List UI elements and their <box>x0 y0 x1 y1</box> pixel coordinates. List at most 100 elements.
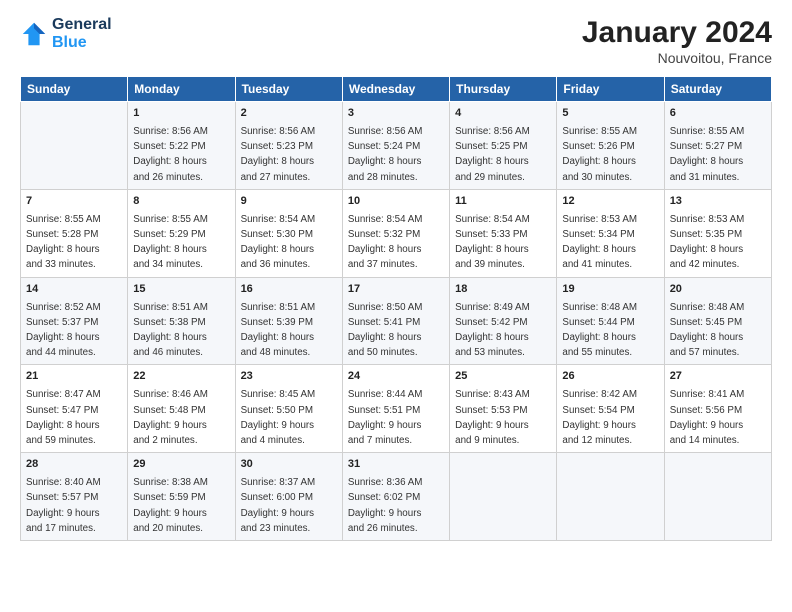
day-info: Sunrise: 8:55 AM Sunset: 5:27 PM Dayligh… <box>670 126 745 183</box>
day-number: 25 <box>455 369 551 385</box>
day-number: 20 <box>670 282 766 298</box>
day-info: Sunrise: 8:56 AM Sunset: 5:23 PM Dayligh… <box>241 126 316 183</box>
day-number: 23 <box>241 369 337 385</box>
day-number: 2 <box>241 106 337 122</box>
day-info: Sunrise: 8:53 AM Sunset: 5:35 PM Dayligh… <box>670 214 745 271</box>
day-info: Sunrise: 8:55 AM Sunset: 5:29 PM Dayligh… <box>133 214 208 271</box>
day-number: 17 <box>348 282 444 298</box>
day-cell: 19 Sunrise: 8:48 AM Sunset: 5:44 PM Dayli… <box>557 277 664 365</box>
day-cell: 17 Sunrise: 8:50 AM Sunset: 5:41 PM Dayli… <box>342 277 449 365</box>
day-cell: 25 Sunrise: 8:43 AM Sunset: 5:53 PM Dayli… <box>450 365 557 453</box>
header: General Blue January 2024 Nouvoitou, Fra… <box>20 16 772 66</box>
week-row-3: 14 Sunrise: 8:52 AM Sunset: 5:37 PM Dayli… <box>21 277 772 365</box>
main-title: January 2024 <box>582 16 772 50</box>
day-info: Sunrise: 8:45 AM Sunset: 5:50 PM Dayligh… <box>241 389 316 446</box>
day-number: 26 <box>562 369 658 385</box>
day-info: Sunrise: 8:47 AM Sunset: 5:47 PM Dayligh… <box>26 389 101 446</box>
day-cell: 21Sunrise: 8:47 AM Sunset: 5:47 PM Dayli… <box>21 365 128 453</box>
day-cell: 22 Sunrise: 8:46 AM Sunset: 5:48 PM Dayli… <box>128 365 235 453</box>
day-number: 22 <box>133 369 229 385</box>
logo-text: General Blue <box>52 16 112 51</box>
day-info: Sunrise: 8:44 AM Sunset: 5:51 PM Dayligh… <box>348 389 423 446</box>
day-info: Sunrise: 8:46 AM Sunset: 5:48 PM Dayligh… <box>133 389 208 446</box>
day-cell <box>664 453 771 541</box>
day-info: Sunrise: 8:41 AM Sunset: 5:56 PM Dayligh… <box>670 389 745 446</box>
col-header-thursday: Thursday <box>450 77 557 102</box>
day-number: 6 <box>670 106 766 122</box>
day-info: Sunrise: 8:56 AM Sunset: 5:24 PM Dayligh… <box>348 126 423 183</box>
week-row-4: 21Sunrise: 8:47 AM Sunset: 5:47 PM Dayli… <box>21 365 772 453</box>
day-cell: 4 Sunrise: 8:56 AM Sunset: 5:25 PM Daylig… <box>450 102 557 190</box>
day-info: Sunrise: 8:54 AM Sunset: 5:30 PM Dayligh… <box>241 214 316 271</box>
day-cell: 27 Sunrise: 8:41 AM Sunset: 5:56 PM Dayli… <box>664 365 771 453</box>
day-number: 7 <box>26 194 122 210</box>
day-info: Sunrise: 8:55 AM Sunset: 5:26 PM Dayligh… <box>562 126 637 183</box>
day-cell <box>21 102 128 190</box>
day-number: 4 <box>455 106 551 122</box>
day-info: Sunrise: 8:55 AM Sunset: 5:28 PM Dayligh… <box>26 214 101 271</box>
day-number: 5 <box>562 106 658 122</box>
day-cell: 11Sunrise: 8:54 AM Sunset: 5:33 PM Dayli… <box>450 189 557 277</box>
day-number: 18 <box>455 282 551 298</box>
day-number: 24 <box>348 369 444 385</box>
day-number: 19 <box>562 282 658 298</box>
day-number: 1 <box>133 106 229 122</box>
day-info: Sunrise: 8:40 AM Sunset: 5:57 PM Dayligh… <box>26 477 101 534</box>
day-number: 12 <box>562 194 658 210</box>
day-info: Sunrise: 8:38 AM Sunset: 5:59 PM Dayligh… <box>133 477 208 534</box>
day-number: 29 <box>133 457 229 473</box>
week-row-1: 1 Sunrise: 8:56 AM Sunset: 5:22 PM Daylig… <box>21 102 772 190</box>
day-info: Sunrise: 8:52 AM Sunset: 5:37 PM Dayligh… <box>26 302 101 359</box>
day-number: 27 <box>670 369 766 385</box>
day-info: Sunrise: 8:48 AM Sunset: 5:44 PM Dayligh… <box>562 302 637 359</box>
day-number: 10 <box>348 194 444 210</box>
day-number: 8 <box>133 194 229 210</box>
day-cell: 9 Sunrise: 8:54 AM Sunset: 5:30 PM Daylig… <box>235 189 342 277</box>
day-info: Sunrise: 8:54 AM Sunset: 5:33 PM Dayligh… <box>455 214 530 271</box>
col-header-tuesday: Tuesday <box>235 77 342 102</box>
day-cell: 20 Sunrise: 8:48 AM Sunset: 5:45 PM Dayli… <box>664 277 771 365</box>
day-cell: 16Sunrise: 8:51 AM Sunset: 5:39 PM Dayli… <box>235 277 342 365</box>
day-info: Sunrise: 8:56 AM Sunset: 5:25 PM Dayligh… <box>455 126 530 183</box>
day-cell: 24 Sunrise: 8:44 AM Sunset: 5:51 PM Dayli… <box>342 365 449 453</box>
day-number: 16 <box>241 282 337 298</box>
day-info: Sunrise: 8:49 AM Sunset: 5:42 PM Dayligh… <box>455 302 530 359</box>
day-cell: 13 Sunrise: 8:53 AM Sunset: 5:35 PM Dayli… <box>664 189 771 277</box>
day-cell <box>450 453 557 541</box>
day-info: Sunrise: 8:53 AM Sunset: 5:34 PM Dayligh… <box>562 214 637 271</box>
col-header-wednesday: Wednesday <box>342 77 449 102</box>
day-cell: 28 Sunrise: 8:40 AM Sunset: 5:57 PM Dayli… <box>21 453 128 541</box>
col-header-saturday: Saturday <box>664 77 771 102</box>
logo-icon <box>20 20 48 48</box>
day-info: Sunrise: 8:43 AM Sunset: 5:53 PM Dayligh… <box>455 389 530 446</box>
day-number: 14 <box>26 282 122 298</box>
calendar-table: SundayMondayTuesdayWednesdayThursdayFrid… <box>20 76 772 541</box>
day-number: 13 <box>670 194 766 210</box>
day-cell <box>557 453 664 541</box>
title-block: January 2024 Nouvoitou, France <box>582 16 772 66</box>
day-cell: 26 Sunrise: 8:42 AM Sunset: 5:54 PM Dayli… <box>557 365 664 453</box>
day-number: 15 <box>133 282 229 298</box>
day-number: 28 <box>26 457 122 473</box>
col-header-sunday: Sunday <box>21 77 128 102</box>
day-info: Sunrise: 8:56 AM Sunset: 5:22 PM Dayligh… <box>133 126 208 183</box>
logo: General Blue <box>20 16 112 51</box>
day-info: Sunrise: 8:48 AM Sunset: 5:45 PM Dayligh… <box>670 302 745 359</box>
day-info: Sunrise: 8:50 AM Sunset: 5:41 PM Dayligh… <box>348 302 423 359</box>
day-cell: 30Sunrise: 8:37 AM Sunset: 6:00 PM Dayli… <box>235 453 342 541</box>
day-cell: 10Sunrise: 8:54 AM Sunset: 5:32 PM Dayli… <box>342 189 449 277</box>
week-row-5: 28 Sunrise: 8:40 AM Sunset: 5:57 PM Dayli… <box>21 453 772 541</box>
day-cell: 2 Sunrise: 8:56 AM Sunset: 5:23 PM Daylig… <box>235 102 342 190</box>
day-cell: 12 Sunrise: 8:53 AM Sunset: 5:34 PM Dayli… <box>557 189 664 277</box>
day-number: 9 <box>241 194 337 210</box>
day-cell: 29 Sunrise: 8:38 AM Sunset: 5:59 PM Dayli… <box>128 453 235 541</box>
day-cell: 1 Sunrise: 8:56 AM Sunset: 5:22 PM Daylig… <box>128 102 235 190</box>
page: General Blue January 2024 Nouvoitou, Fra… <box>0 0 792 612</box>
day-cell: 7 Sunrise: 8:55 AM Sunset: 5:28 PM Daylig… <box>21 189 128 277</box>
header-row: SundayMondayTuesdayWednesdayThursdayFrid… <box>21 77 772 102</box>
col-header-monday: Monday <box>128 77 235 102</box>
day-info: Sunrise: 8:37 AM Sunset: 6:00 PM Dayligh… <box>241 477 316 534</box>
day-cell: 8 Sunrise: 8:55 AM Sunset: 5:29 PM Daylig… <box>128 189 235 277</box>
day-cell: 6 Sunrise: 8:55 AM Sunset: 5:27 PM Daylig… <box>664 102 771 190</box>
day-info: Sunrise: 8:42 AM Sunset: 5:54 PM Dayligh… <box>562 389 637 446</box>
